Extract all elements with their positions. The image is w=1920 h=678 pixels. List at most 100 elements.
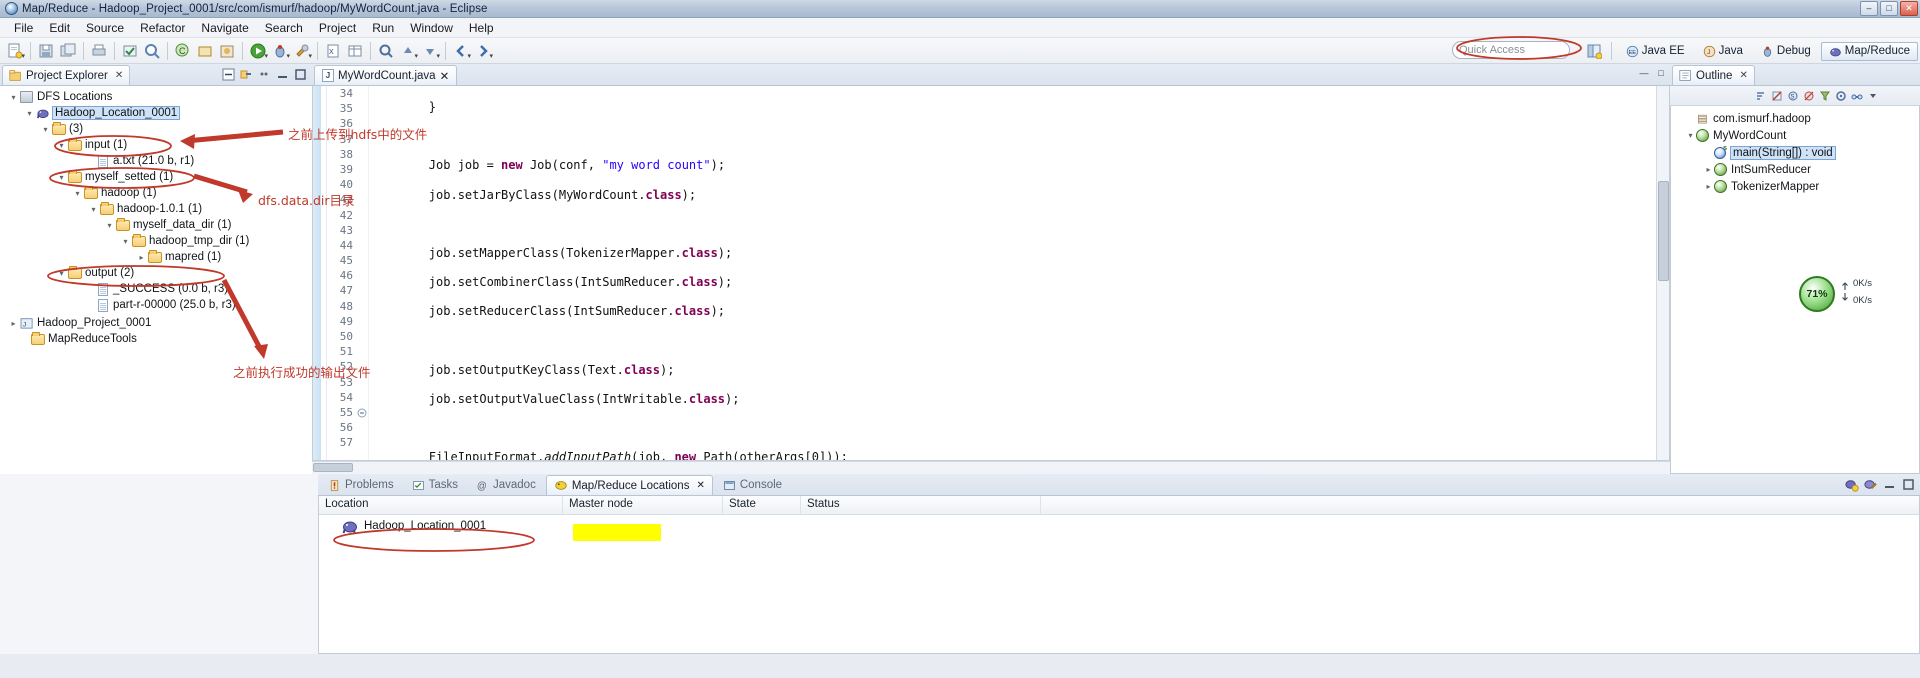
- chevron-down-icon[interactable]: ▾: [264, 52, 268, 60]
- outline-tree[interactable]: ▤ com.ismurf.hadoop ▾ MyWordCount s main…: [1670, 106, 1920, 474]
- expand-arrow-icon[interactable]: ▾: [56, 269, 67, 278]
- quick-access-input[interactable]: Quick Access: [1452, 41, 1570, 59]
- maximize-icon[interactable]: [1900, 476, 1916, 492]
- link-icon[interactable]: [1850, 89, 1864, 103]
- tree-item-output[interactable]: ▾ output (2): [0, 265, 312, 281]
- save-all-icon[interactable]: [58, 41, 78, 61]
- perspective-debug[interactable]: Debug: [1753, 42, 1819, 61]
- tree-item-input[interactable]: ▾ input (1): [0, 137, 312, 153]
- chevron-down-icon[interactable]: ▾: [414, 52, 418, 60]
- tree-item-success[interactable]: _SUCCESS (0.0 b, r3): [0, 281, 312, 297]
- tree-item-mapreducetools[interactable]: MapReduceTools: [0, 331, 312, 347]
- maximize-icon[interactable]: [293, 67, 308, 82]
- focus-icon[interactable]: [1834, 89, 1848, 103]
- menu-window[interactable]: Window: [402, 19, 461, 37]
- outline-item-package[interactable]: ▤ com.ismurf.hadoop: [1671, 110, 1919, 127]
- collapse-all-icon[interactable]: [221, 67, 236, 82]
- editor-horizontal-scrollbar[interactable]: [312, 461, 1670, 474]
- open-perspective-icon[interactable]: [1584, 41, 1604, 61]
- perspective-java-ee[interactable]: EE Java EE: [1618, 42, 1693, 61]
- minimize-icon[interactable]: [275, 67, 290, 82]
- tree-item-hadoop-location-0001[interactable]: ▾ Hadoop_Location_0001: [0, 105, 312, 121]
- editor-source-text[interactable]: } Job job = new Job(conf, "my word count…: [369, 86, 1656, 460]
- window-controls[interactable]: – □ ✕: [1860, 1, 1918, 16]
- new-location-icon[interactable]: [1843, 476, 1859, 492]
- expand-arrow-icon[interactable]: ▾: [72, 189, 83, 198]
- tree-item-hadoop-project-0001[interactable]: ▸ J Hadoop_Project_0001: [0, 315, 312, 331]
- debug-icon[interactable]: ▾: [270, 41, 290, 61]
- close-icon[interactable]: ✕: [440, 69, 450, 83]
- scrollbar-thumb[interactable]: [1658, 181, 1669, 281]
- tab-mywordcount-java[interactable]: J MyWordCount.java ✕: [314, 65, 458, 85]
- menu-source[interactable]: Source: [78, 19, 132, 37]
- mapreduce-project-icon[interactable]: [217, 41, 237, 61]
- chevron-down-icon[interactable]: ▾: [308, 52, 312, 60]
- menu-file[interactable]: File: [6, 19, 41, 37]
- open-type-icon[interactable]: [142, 41, 162, 61]
- previous-annotation-icon[interactable]: ▾: [398, 41, 418, 61]
- column-header-state[interactable]: State: [723, 496, 801, 514]
- back-icon[interactable]: ▾: [451, 41, 471, 61]
- tab-javadoc[interactable]: @ Javadoc: [468, 475, 544, 495]
- chevron-down-icon[interactable]: ▾: [467, 52, 471, 60]
- editor-minimize-icon[interactable]: —: [1637, 66, 1651, 80]
- tree-item-myself-data-dir[interactable]: ▾ myself_data_dir (1): [0, 217, 312, 233]
- expand-arrow-icon[interactable]: ▸: [1703, 182, 1714, 191]
- mapreduce-locations-table[interactable]: Location Master node State Status Hadoop…: [318, 496, 1920, 654]
- close-icon[interactable]: ✕: [696, 480, 704, 491]
- tree-item-a-txt[interactable]: a.txt (21.0 b, r1): [0, 153, 312, 169]
- chevron-down-icon[interactable]: ▾: [286, 52, 290, 60]
- tree-item-mapred[interactable]: ▸ mapred (1): [0, 249, 312, 265]
- tree-item-dfs-locations[interactable]: ▾ DFS Locations: [0, 89, 312, 105]
- new-wizard-icon[interactable]: ▾: [5, 41, 25, 61]
- editor-vertical-scrollbar[interactable]: [1656, 86, 1669, 460]
- expand-arrow-icon[interactable]: ▾: [8, 93, 19, 102]
- new-java-class-icon[interactable]: C: [173, 41, 193, 61]
- link-with-editor-icon[interactable]: [239, 67, 254, 82]
- menu-run[interactable]: Run: [364, 19, 402, 37]
- outline-item-intsumreducer[interactable]: ▸ IntSumReducer: [1671, 161, 1919, 178]
- tree-item-myself-setted[interactable]: ▾ myself_setted (1): [0, 169, 312, 185]
- new-package-icon[interactable]: [195, 41, 215, 61]
- expand-arrow-icon[interactable]: ▾: [1685, 131, 1696, 140]
- menu-search[interactable]: Search: [257, 19, 311, 37]
- tab-tasks[interactable]: Tasks: [404, 475, 466, 495]
- outline-item-main-method[interactable]: s main(String[]) : void: [1671, 144, 1919, 161]
- chevron-down-icon[interactable]: ▾: [21, 52, 25, 60]
- hide-fields-icon[interactable]: [1770, 89, 1784, 103]
- tab-problems[interactable]: Problems: [320, 475, 402, 495]
- expand-arrow-icon[interactable]: ▾: [120, 237, 131, 246]
- tree-item-hadoop-tmp-dir[interactable]: ▾ hadoop_tmp_dir (1): [0, 233, 312, 249]
- forward-icon[interactable]: ▾: [473, 41, 493, 61]
- build-icon[interactable]: [120, 41, 140, 61]
- column-header-location[interactable]: Location: [319, 496, 563, 514]
- editor-maximize-icon[interactable]: □: [1654, 66, 1668, 80]
- expand-arrow-icon[interactable]: ▾: [40, 125, 51, 134]
- print-icon[interactable]: [89, 41, 109, 61]
- sort-icon[interactable]: [1754, 89, 1768, 103]
- menu-refactor[interactable]: Refactor: [132, 19, 193, 37]
- save-icon[interactable]: [36, 41, 56, 61]
- view-menu-icon[interactable]: [1866, 89, 1880, 103]
- next-annotation-icon[interactable]: ▾: [420, 41, 440, 61]
- chevron-down-icon[interactable]: ▾: [489, 52, 493, 60]
- column-header-master-node[interactable]: Master node: [563, 496, 723, 514]
- search-icon[interactable]: [376, 41, 396, 61]
- scrollbar-thumb[interactable]: [313, 463, 353, 472]
- menu-help[interactable]: Help: [461, 19, 502, 37]
- minimize-icon[interactable]: [1881, 476, 1897, 492]
- tree-item-part-r-00000[interactable]: part-r-00000 (25.0 b, r3): [0, 297, 312, 313]
- outline-item-mywordcount[interactable]: ▾ MyWordCount: [1671, 127, 1919, 144]
- tab-console[interactable]: Console: [715, 475, 790, 495]
- tab-outline[interactable]: Outline ✕: [1672, 65, 1755, 85]
- close-icon[interactable]: ✕: [1739, 70, 1747, 81]
- tab-mapreduce-locations[interactable]: Map/Reduce Locations ✕: [545, 475, 713, 495]
- expand-arrow-icon[interactable]: ▸: [136, 253, 147, 262]
- view-menu-icon[interactable]: [257, 67, 272, 82]
- expand-arrow-icon[interactable]: ▸: [8, 319, 19, 328]
- chevron-down-icon[interactable]: ▾: [436, 52, 440, 60]
- expand-arrow-icon[interactable]: ▾: [24, 109, 35, 118]
- code-editor[interactable]: 34 35 36 37 38 39 40 41 42 43 44 45 46 4…: [312, 86, 1670, 461]
- cell-location[interactable]: Hadoop_Location_0001: [319, 519, 563, 534]
- menu-edit[interactable]: Edit: [41, 19, 78, 37]
